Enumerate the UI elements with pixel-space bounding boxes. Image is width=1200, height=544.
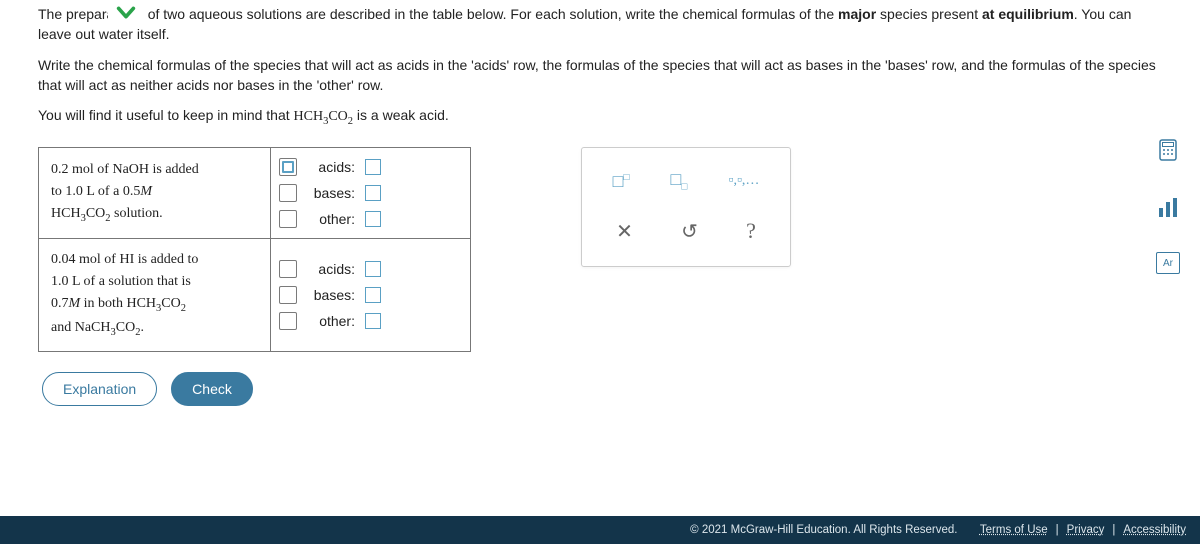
periodic-table-button[interactable]: Ar bbox=[1156, 252, 1180, 274]
row1-acids: acids: bbox=[279, 154, 462, 180]
solutions-table: 0.2 mol of NaOH is added to 1.0 L of a 0… bbox=[38, 147, 471, 352]
accessibility-link[interactable]: Accessibility bbox=[1123, 524, 1186, 536]
calculator-icon bbox=[1156, 138, 1180, 162]
checkbox-icon[interactable] bbox=[279, 260, 297, 278]
copyright-text: © 2021 McGraw-Hill Education. All Rights… bbox=[690, 524, 957, 536]
intro-paragraph-3: You will find it useful to keep in mind … bbox=[38, 105, 1162, 129]
periodic-table-icon: Ar bbox=[1163, 258, 1173, 269]
symbol-palette: □□ □□ ▫,▫,… ✕ ↺ ? bbox=[581, 147, 791, 267]
acids-label: acids: bbox=[307, 159, 355, 175]
row2-bases: bases: bbox=[279, 282, 462, 308]
checkbox-icon[interactable] bbox=[279, 158, 297, 176]
list-button[interactable]: ▫,▫,… bbox=[729, 173, 760, 189]
collapse-toggle[interactable] bbox=[108, 0, 144, 26]
chevron-down-icon bbox=[115, 3, 137, 23]
superscript-button[interactable]: □□ bbox=[613, 171, 630, 192]
bases-label: bases: bbox=[307, 287, 355, 303]
checkbox-icon[interactable] bbox=[279, 184, 297, 202]
checkbox-icon[interactable] bbox=[279, 286, 297, 304]
subscript-button[interactable]: □□ bbox=[671, 169, 688, 193]
chart-button[interactable] bbox=[1154, 194, 1182, 222]
help-icon[interactable]: ? bbox=[746, 218, 756, 244]
other-label: other: bbox=[307, 211, 355, 227]
answer-input[interactable] bbox=[365, 287, 381, 303]
bases-label: bases: bbox=[307, 185, 355, 201]
intro-paragraph-2: Write the chemical formulas of the speci… bbox=[38, 55, 1162, 96]
row1-bases: bases: bbox=[279, 180, 462, 206]
solution-2-description: 0.04 mol of HI is added to 1.0 L of a so… bbox=[39, 239, 271, 352]
checkbox-icon[interactable] bbox=[279, 210, 297, 228]
answer-input[interactable] bbox=[365, 211, 381, 227]
acids-label: acids: bbox=[307, 261, 355, 277]
answer-input[interactable] bbox=[365, 313, 381, 329]
row1-other: other: bbox=[279, 206, 462, 232]
answer-input[interactable] bbox=[365, 159, 381, 175]
bar-chart-icon bbox=[1156, 196, 1180, 220]
explanation-button[interactable]: Explanation bbox=[42, 372, 157, 406]
reset-icon[interactable]: ↺ bbox=[681, 219, 698, 244]
terms-link[interactable]: Terms of Use bbox=[980, 524, 1048, 536]
checkbox-icon[interactable] bbox=[279, 312, 297, 330]
answer-input[interactable] bbox=[365, 261, 381, 277]
other-label: other: bbox=[307, 313, 355, 329]
footer: © 2021 McGraw-Hill Education. All Rights… bbox=[0, 516, 1200, 544]
solution-1-description: 0.2 mol of NaOH is added to 1.0 L of a 0… bbox=[39, 148, 271, 239]
answer-input[interactable] bbox=[365, 185, 381, 201]
cancel-icon[interactable]: ✕ bbox=[616, 219, 633, 244]
intro-paragraph-1: The preparations of two aqueous solution… bbox=[38, 4, 1162, 45]
check-button[interactable]: Check bbox=[171, 372, 253, 406]
calculator-button[interactable] bbox=[1154, 136, 1182, 164]
row2-acids: acids: bbox=[279, 256, 462, 282]
row2-other: other: bbox=[279, 308, 462, 334]
privacy-link[interactable]: Privacy bbox=[1067, 524, 1105, 536]
